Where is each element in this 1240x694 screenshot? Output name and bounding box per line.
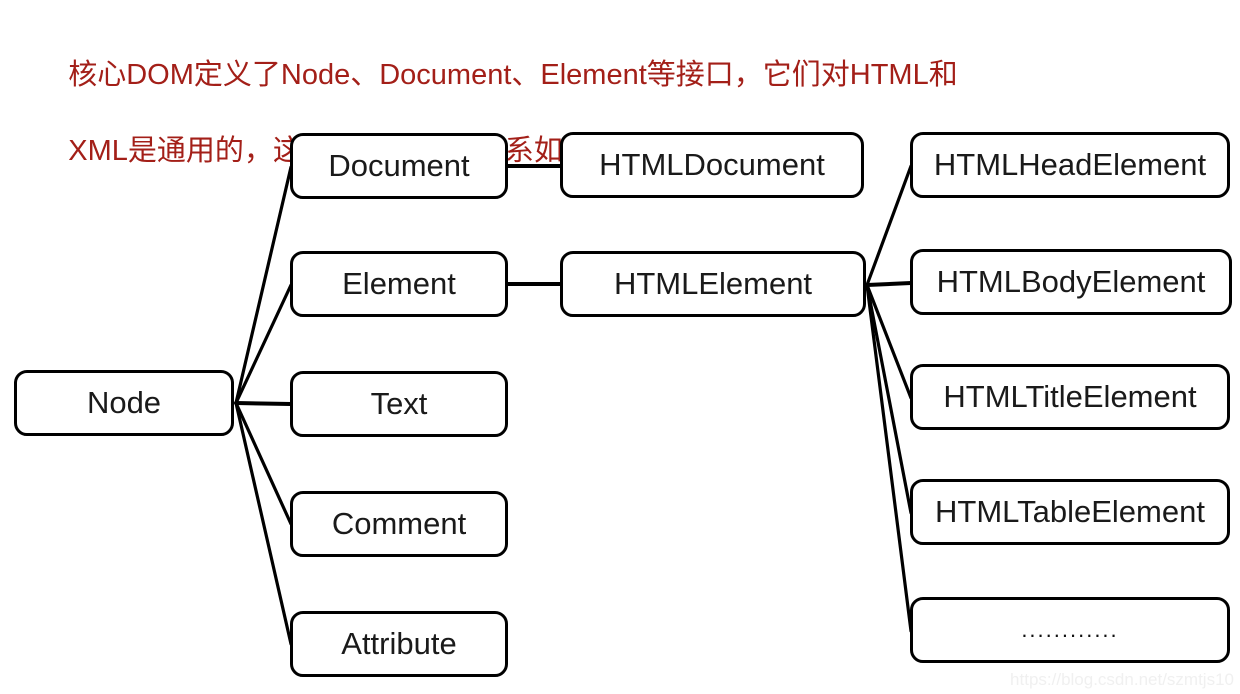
node-box-comment[interactable]: Comment: [290, 491, 508, 557]
node-box-label: Text: [370, 386, 428, 421]
node-box-htmltableelement[interactable]: HTMLTableElement: [910, 479, 1230, 545]
edge-htmlelement-htmltableelement: [865, 283, 913, 515]
node-box-label: HTMLHeadElement: [933, 147, 1207, 182]
node-box-label: Attribute: [341, 626, 457, 661]
node-box-htmlbodyelement[interactable]: HTMLBodyElement: [910, 249, 1232, 315]
node-box-label: HTMLTitleElement: [943, 379, 1197, 414]
node-box-label: HTMLBodyElement: [936, 264, 1206, 299]
node-box-htmldocument[interactable]: HTMLDocument: [560, 132, 864, 198]
edge-htmlelement-htmlbodyelement: [865, 281, 913, 287]
watermark: https://blog.csdn.net/szmtjs10: [1010, 670, 1234, 689]
edge-node-element: [234, 283, 293, 405]
node-box-label: ............: [1021, 617, 1119, 642]
diagram-page: 核心DOM定义了Node、Document、Element等接口，它们对HTML…: [0, 0, 1240, 694]
edge-htmlelement-ellipsis: [865, 283, 913, 633]
node-box-label: Node: [86, 385, 162, 420]
node-box-htmltitleelement[interactable]: HTMLTitleElement: [910, 364, 1230, 430]
node-box-node[interactable]: Node: [14, 370, 234, 436]
node-box-attribute[interactable]: Attribute: [290, 611, 508, 677]
node-box-label: HTMLElement: [613, 266, 813, 301]
edge-node-attribute: [234, 401, 293, 646]
edge-node-comment: [234, 401, 293, 526]
edge-node-text: [234, 401, 293, 406]
node-box-htmlheadelement[interactable]: HTMLHeadElement: [910, 132, 1230, 198]
connector-lines: [234, 164, 913, 646]
edge-node-document: [234, 165, 293, 405]
node-box-label: Comment: [331, 506, 467, 541]
node-box-text[interactable]: Text: [290, 371, 508, 437]
node-box-label: HTMLTableElement: [935, 494, 1205, 529]
node-box-element[interactable]: Element: [290, 251, 508, 317]
edge-htmlelement-htmlheadelement: [865, 164, 913, 287]
node-box-label: Document: [328, 148, 470, 183]
node-box-label: HTMLDocument: [599, 147, 825, 182]
node-box-ellipsis[interactable]: ............: [910, 597, 1230, 663]
node-box-label: Element: [342, 266, 456, 301]
node-box-htmlelement[interactable]: HTMLElement: [560, 251, 866, 317]
node-box-document[interactable]: Document: [290, 133, 508, 199]
